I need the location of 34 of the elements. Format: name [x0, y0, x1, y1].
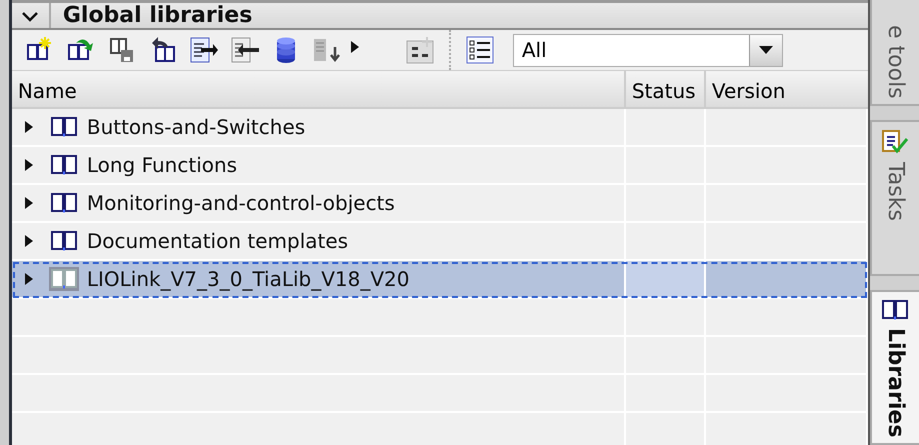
side-tab-label: Tasks: [882, 162, 908, 222]
column-header[interactable]: Version: [706, 71, 868, 107]
book-icon: [48, 267, 79, 291]
column-header[interactable]: Status: [626, 71, 706, 107]
expand-arrow-icon[interactable]: [24, 158, 34, 172]
panel-title: Global libraries: [62, 3, 252, 28]
more-arrow-icon[interactable]: [350, 40, 360, 54]
side-tab-label: e tools: [882, 24, 908, 98]
book-icon: [48, 115, 79, 139]
book-icon: [880, 298, 910, 322]
library-name: Buttons-and-Switches: [86, 115, 306, 139]
library-name: Documentation templates: [86, 229, 348, 253]
library-row[interactable]: LIOLink_V7_3_0_TiaLib_V18_V20: [12, 261, 868, 299]
side-tab[interactable]: Libraries: [870, 290, 919, 445]
side-tab[interactable]: Tasks: [870, 120, 919, 276]
side-tab-label: Libraries: [882, 328, 908, 437]
expand-arrow-icon[interactable]: [24, 120, 34, 134]
library-row[interactable]: Monitoring-and-control-objects: [12, 185, 868, 223]
dropdown-arrow-icon: [758, 46, 773, 54]
expand-arrow-icon[interactable]: [24, 272, 34, 286]
library-name: LIOLink_V7_3_0_TiaLib_V18_V20: [86, 267, 410, 291]
book-icon: [48, 191, 79, 215]
chevron-icon: [21, 10, 40, 22]
book-icon: [48, 153, 79, 177]
column-header[interactable]: Name: [12, 71, 626, 107]
library-name: Monitoring-and-control-objects: [86, 191, 395, 215]
side-tab[interactable]: e tools: [870, 0, 919, 106]
library-name: Long Functions: [86, 153, 238, 177]
filter-dropdown[interactable]: All: [512, 34, 783, 66]
library-row[interactable]: Buttons-and-Switches: [12, 109, 868, 147]
library-row[interactable]: Long Functions: [12, 147, 868, 185]
book-icon: [48, 229, 79, 253]
expand-arrow-icon[interactable]: [24, 196, 34, 210]
expand-arrow-icon[interactable]: [24, 234, 34, 248]
